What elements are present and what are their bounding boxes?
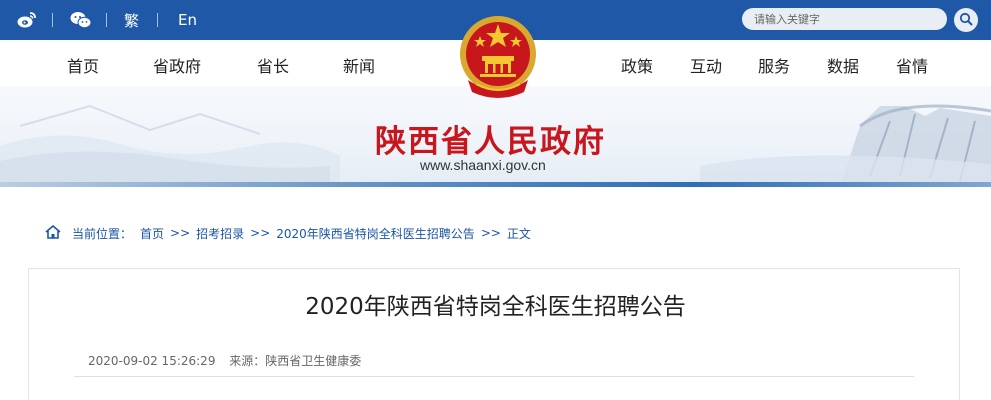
divider [106,13,107,27]
meta-divider [74,376,914,377]
breadcrumb-item-home[interactable]: 首页 [140,225,164,242]
weibo-link[interactable] [16,0,38,40]
divider [157,13,158,27]
search-button[interactable] [954,8,978,32]
weibo-icon [16,9,38,31]
english-link[interactable]: En [178,0,197,40]
nav-item-governor[interactable]: 省长 [257,53,289,77]
article-title: 2020年陕西省特岗全科医生招聘公告 [305,294,686,320]
nav-item-home[interactable]: 首页 [67,53,99,77]
article-meta: 2020-09-02 15:26:29 来源：陕西省卫生健康委 [88,352,371,369]
wechat-icon [70,9,92,31]
nav-item-policy[interactable]: 政策 [621,53,653,77]
nav-item-province-info[interactable]: 省情 [896,53,928,77]
breadcrumb-item-recruitment[interactable]: 招考招录 [196,225,244,242]
nav-item-services[interactable]: 服务 [758,53,790,77]
traditional-chinese-label: 繁 [124,11,140,30]
home-icon[interactable] [44,224,62,243]
breadcrumb-separator: >> [480,226,501,240]
breadcrumb-item-article[interactable]: 2020年陕西省特岗全科医生招聘公告 [276,225,475,242]
breadcrumb-item-body[interactable]: 正文 [507,225,531,242]
breadcrumb: 当前位置： 首页 >> 招考招录 >> 2020年陕西省特岗全科医生招聘公告 >… [44,223,531,243]
english-label: En [178,11,197,29]
nav-item-news[interactable]: 新闻 [343,53,375,77]
site-url: www.shaanxi.gov.cn [420,157,546,173]
breadcrumb-separator: >> [170,226,191,240]
article-date: 2020-09-02 15:26:29 [88,354,216,368]
site-title: 陕西省人民政府 [375,124,606,160]
wechat-link[interactable] [70,0,92,40]
search-icon [959,11,973,30]
search-input[interactable] [742,8,947,30]
traditional-chinese-link[interactable]: 繁 [124,0,139,40]
nav-item-government[interactable]: 省政府 [153,53,201,77]
breadcrumb-label: 当前位置： [72,226,133,241]
banner-accent-line [0,182,991,187]
national-emblem-icon [458,14,538,100]
article-source: 来源：陕西省卫生健康委 [229,354,362,368]
divider [52,13,53,27]
nav-item-data[interactable]: 数据 [827,53,859,77]
breadcrumb-separator: >> [250,226,271,240]
nav-item-interaction[interactable]: 互动 [690,53,722,77]
